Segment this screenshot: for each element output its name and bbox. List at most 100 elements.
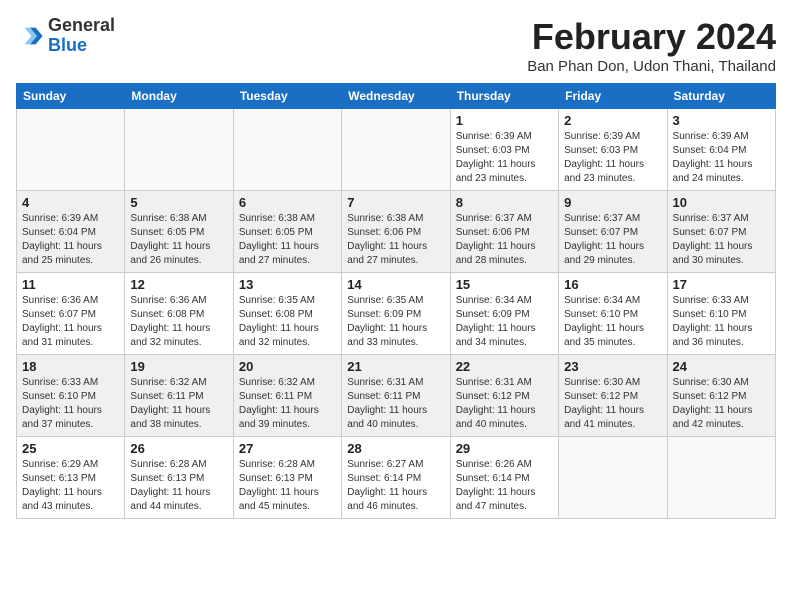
day-info: Sunrise: 6:39 AM Sunset: 6:04 PM Dayligh… — [22, 212, 119, 268]
day-number: 27 — [239, 441, 336, 456]
day-info: Sunrise: 6:27 AM Sunset: 6:14 PM Dayligh… — [347, 458, 444, 514]
day-info: Sunrise: 6:35 AM Sunset: 6:08 PM Dayligh… — [239, 294, 336, 350]
day-number: 24 — [673, 359, 770, 374]
page-header: General Blue February 2024 Ban Phan Don,… — [16, 16, 776, 75]
calendar-cell: 16 Sunrise: 6:34 AM Sunset: 6:10 PM Dayli… — [559, 273, 667, 355]
calendar-cell: 24 Sunrise: 6:30 AM Sunset: 6:12 PM Dayli… — [667, 355, 775, 437]
calendar-cell: 15Sunrise: 6:34 AM Sunset: 6:09 PM Dayli… — [450, 273, 558, 355]
calendar-week-row: 1Sunrise: 6:39 AM Sunset: 6:03 PM Daylig… — [17, 109, 776, 191]
day-number: 28 — [347, 441, 444, 456]
day-info: Sunrise: 6:28 AM Sunset: 6:13 PM Dayligh… — [130, 458, 227, 514]
day-number: 14 — [347, 277, 444, 292]
day-info: Sunrise: 6:37 AM Sunset: 6:07 PM Dayligh… — [564, 212, 661, 268]
day-info: Sunrise: 6:34 AM Sunset: 6:09 PM Dayligh… — [456, 294, 553, 350]
column-header-friday: Friday — [559, 84, 667, 109]
calendar-cell: 21Sunrise: 6:31 AM Sunset: 6:11 PM Dayli… — [342, 355, 450, 437]
day-info: Sunrise: 6:36 AM Sunset: 6:07 PM Dayligh… — [22, 294, 119, 350]
day-number: 10 — [673, 195, 770, 210]
calendar-cell — [342, 109, 450, 191]
day-number: 2 — [564, 113, 661, 128]
day-info: Sunrise: 6:33 AM Sunset: 6:10 PM Dayligh… — [22, 376, 119, 432]
month-year-title: February 2024 — [527, 16, 776, 58]
day-info: Sunrise: 6:39 AM Sunset: 6:03 PM Dayligh… — [564, 130, 661, 186]
day-number: 3 — [673, 113, 770, 128]
day-number: 20 — [239, 359, 336, 374]
title-area: February 2024 Ban Phan Don, Udon Thani, … — [527, 16, 776, 75]
calendar-table: SundayMondayTuesdayWednesdayThursdayFrid… — [16, 83, 776, 519]
calendar-cell — [233, 109, 341, 191]
day-number: 6 — [239, 195, 336, 210]
day-number: 18 — [22, 359, 119, 374]
calendar-cell: 10 Sunrise: 6:37 AM Sunset: 6:07 PM Dayli… — [667, 191, 775, 273]
day-info: Sunrise: 6:30 AM Sunset: 6:12 PM Dayligh… — [673, 376, 770, 432]
day-info: Sunrise: 6:36 AM Sunset: 6:08 PM Dayligh… — [130, 294, 227, 350]
day-number: 25 — [22, 441, 119, 456]
calendar-cell: 3 Sunrise: 6:39 AM Sunset: 6:04 PM Daylig… — [667, 109, 775, 191]
calendar-cell: 22 Sunrise: 6:31 AM Sunset: 6:12 PM Dayli… — [450, 355, 558, 437]
calendar-cell: 6 Sunrise: 6:38 AM Sunset: 6:05 PM Daylig… — [233, 191, 341, 273]
day-info: Sunrise: 6:29 AM Sunset: 6:13 PM Dayligh… — [22, 458, 119, 514]
calendar-week-row: 18 Sunrise: 6:33 AM Sunset: 6:10 PM Dayli… — [17, 355, 776, 437]
calendar-cell: 29 Sunrise: 6:26 AM Sunset: 6:14 PM Dayli… — [450, 437, 558, 519]
location-subtitle: Ban Phan Don, Udon Thani, Thailand — [527, 58, 776, 75]
day-number: 22 — [456, 359, 553, 374]
day-info: Sunrise: 6:33 AM Sunset: 6:10 PM Dayligh… — [673, 294, 770, 350]
calendar-cell: 11 Sunrise: 6:36 AM Sunset: 6:07 PM Dayli… — [17, 273, 125, 355]
day-info: Sunrise: 6:37 AM Sunset: 6:07 PM Dayligh… — [673, 212, 770, 268]
calendar-cell: 13 Sunrise: 6:35 AM Sunset: 6:08 PM Dayli… — [233, 273, 341, 355]
calendar-cell — [17, 109, 125, 191]
calendar-cell: 25 Sunrise: 6:29 AM Sunset: 6:13 PM Dayli… — [17, 437, 125, 519]
day-info: Sunrise: 6:34 AM Sunset: 6:10 PM Dayligh… — [564, 294, 661, 350]
day-info: Sunrise: 6:32 AM Sunset: 6:11 PM Dayligh… — [239, 376, 336, 432]
day-number: 4 — [22, 195, 119, 210]
column-header-thursday: Thursday — [450, 84, 558, 109]
calendar-cell — [667, 437, 775, 519]
day-info: Sunrise: 6:38 AM Sunset: 6:05 PM Dayligh… — [239, 212, 336, 268]
day-number: 26 — [130, 441, 227, 456]
calendar-cell: 28 Sunrise: 6:27 AM Sunset: 6:14 PM Dayli… — [342, 437, 450, 519]
day-info: Sunrise: 6:37 AM Sunset: 6:06 PM Dayligh… — [456, 212, 553, 268]
logo-general-text: General — [48, 15, 115, 35]
day-number: 16 — [564, 277, 661, 292]
calendar-cell: 12Sunrise: 6:36 AM Sunset: 6:08 PM Dayli… — [125, 273, 233, 355]
calendar-week-row: 25 Sunrise: 6:29 AM Sunset: 6:13 PM Dayli… — [17, 437, 776, 519]
logo-icon — [16, 22, 44, 50]
day-info: Sunrise: 6:35 AM Sunset: 6:09 PM Dayligh… — [347, 294, 444, 350]
day-number: 8 — [456, 195, 553, 210]
calendar-cell: 5 Sunrise: 6:38 AM Sunset: 6:05 PM Daylig… — [125, 191, 233, 273]
day-info: Sunrise: 6:39 AM Sunset: 6:04 PM Dayligh… — [673, 130, 770, 186]
day-info: Sunrise: 6:32 AM Sunset: 6:11 PM Dayligh… — [130, 376, 227, 432]
day-info: Sunrise: 6:38 AM Sunset: 6:06 PM Dayligh… — [347, 212, 444, 268]
day-number: 21 — [347, 359, 444, 374]
day-info: Sunrise: 6:30 AM Sunset: 6:12 PM Dayligh… — [564, 376, 661, 432]
calendar-week-row: 4 Sunrise: 6:39 AM Sunset: 6:04 PM Daylig… — [17, 191, 776, 273]
calendar-cell: 2 Sunrise: 6:39 AM Sunset: 6:03 PM Daylig… — [559, 109, 667, 191]
calendar-cell — [559, 437, 667, 519]
calendar-cell: 7 Sunrise: 6:38 AM Sunset: 6:06 PM Daylig… — [342, 191, 450, 273]
calendar-cell: 1Sunrise: 6:39 AM Sunset: 6:03 PM Daylig… — [450, 109, 558, 191]
day-number: 13 — [239, 277, 336, 292]
logo: General Blue — [16, 16, 115, 56]
calendar-cell: 20 Sunrise: 6:32 AM Sunset: 6:11 PM Dayli… — [233, 355, 341, 437]
day-info: Sunrise: 6:39 AM Sunset: 6:03 PM Dayligh… — [456, 130, 553, 186]
day-info: Sunrise: 6:26 AM Sunset: 6:14 PM Dayligh… — [456, 458, 553, 514]
calendar-cell: 4 Sunrise: 6:39 AM Sunset: 6:04 PM Daylig… — [17, 191, 125, 273]
day-info: Sunrise: 6:38 AM Sunset: 6:05 PM Dayligh… — [130, 212, 227, 268]
calendar-cell: 23Sunrise: 6:30 AM Sunset: 6:12 PM Dayli… — [559, 355, 667, 437]
calendar-cell: 8 Sunrise: 6:37 AM Sunset: 6:06 PM Daylig… — [450, 191, 558, 273]
day-info: Sunrise: 6:31 AM Sunset: 6:12 PM Dayligh… — [456, 376, 553, 432]
day-number: 11 — [22, 277, 119, 292]
column-header-wednesday: Wednesday — [342, 84, 450, 109]
calendar-cell — [125, 109, 233, 191]
column-header-tuesday: Tuesday — [233, 84, 341, 109]
day-number: 19 — [130, 359, 227, 374]
calendar-header-row: SundayMondayTuesdayWednesdayThursdayFrid… — [17, 84, 776, 109]
calendar-cell: 9Sunrise: 6:37 AM Sunset: 6:07 PM Daylig… — [559, 191, 667, 273]
calendar-cell: 19 Sunrise: 6:32 AM Sunset: 6:11 PM Dayli… — [125, 355, 233, 437]
day-number: 5 — [130, 195, 227, 210]
calendar-week-row: 11 Sunrise: 6:36 AM Sunset: 6:07 PM Dayli… — [17, 273, 776, 355]
day-number: 29 — [456, 441, 553, 456]
column-header-sunday: Sunday — [17, 84, 125, 109]
column-header-saturday: Saturday — [667, 84, 775, 109]
day-number: 7 — [347, 195, 444, 210]
